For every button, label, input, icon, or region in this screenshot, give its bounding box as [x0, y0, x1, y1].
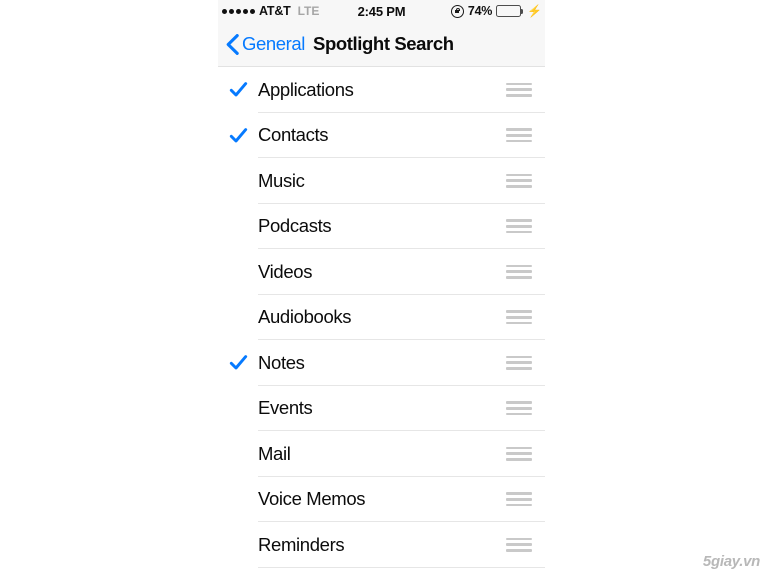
reorder-handle-icon[interactable] [502, 355, 545, 370]
reorder-handle-icon[interactable] [502, 401, 545, 416]
row-label: Music [258, 169, 305, 191]
checkmark-icon[interactable] [218, 126, 258, 145]
page-title: Spotlight Search [313, 33, 454, 54]
checkmark-icon[interactable] [218, 171, 258, 190]
navigation-bar: General Spotlight Search [218, 22, 545, 67]
checkmark-icon[interactable] [218, 353, 258, 372]
back-button-label: General [242, 33, 306, 54]
row-label: Events [258, 397, 313, 419]
reorder-handle-icon[interactable] [502, 492, 545, 507]
table-row[interactable]: Contacts [218, 112, 545, 158]
row-label: Videos [258, 260, 313, 282]
table-row[interactable]: Videos [218, 249, 545, 295]
reorder-handle-icon[interactable] [502, 537, 545, 552]
row-label: Applications [258, 78, 354, 100]
row-label: Mail [258, 442, 291, 464]
table-row[interactable]: Events [218, 385, 545, 431]
status-bar: AT&T LTE 2:45 PM 74% ⚡ [218, 0, 545, 22]
back-button[interactable]: General [226, 33, 305, 55]
row-label: Podcasts [258, 215, 332, 237]
checkmark-icon[interactable] [218, 399, 258, 418]
table-row[interactable]: Applications [218, 67, 545, 113]
reorder-handle-icon[interactable] [502, 82, 545, 97]
status-bar-right: 74% ⚡ [450, 4, 542, 18]
spotlight-search-list: Applications Contacts Music Podcasts Videos A… [218, 67, 545, 568]
table-row[interactable]: Music [218, 158, 545, 204]
table-row[interactable]: Reminders [218, 522, 545, 568]
table-row[interactable]: Audiobooks [218, 294, 545, 340]
table-row[interactable]: Notes [218, 340, 545, 386]
row-label: Audiobooks [258, 306, 352, 328]
row-label: Voice Memos [258, 488, 366, 510]
row-label: Reminders [258, 533, 345, 555]
checkmark-icon[interactable] [218, 444, 258, 463]
row-label: Contacts [258, 124, 329, 146]
table-row[interactable]: Mail [218, 431, 545, 477]
reorder-handle-icon[interactable] [502, 219, 545, 234]
checkmark-icon[interactable] [218, 217, 258, 236]
reorder-handle-icon[interactable] [502, 310, 545, 325]
row-label: Notes [258, 351, 305, 373]
watermark: 5giay.vn [702, 553, 760, 570]
checkmark-icon[interactable] [218, 535, 258, 554]
reorder-handle-icon[interactable] [502, 446, 545, 461]
battery-icon [496, 5, 524, 17]
chevron-left-icon [226, 33, 239, 55]
reorder-handle-icon[interactable] [502, 264, 545, 279]
battery-percent-label: 74% [467, 4, 493, 18]
checkmark-icon[interactable] [218, 262, 258, 281]
reorder-handle-icon[interactable] [502, 173, 545, 188]
checkmark-icon[interactable] [218, 490, 258, 509]
checkmark-icon[interactable] [218, 308, 258, 327]
phone-screenshot: AT&T LTE 2:45 PM 74% ⚡ General Spotlight… [218, 0, 545, 578]
reorder-handle-icon[interactable] [502, 128, 545, 143]
rotation-lock-icon [450, 4, 464, 18]
table-row[interactable]: Voice Memos [218, 476, 545, 522]
lightning-bolt-icon: ⚡ [527, 4, 542, 18]
table-row[interactable]: Podcasts [218, 203, 545, 249]
checkmark-icon[interactable] [218, 80, 258, 99]
